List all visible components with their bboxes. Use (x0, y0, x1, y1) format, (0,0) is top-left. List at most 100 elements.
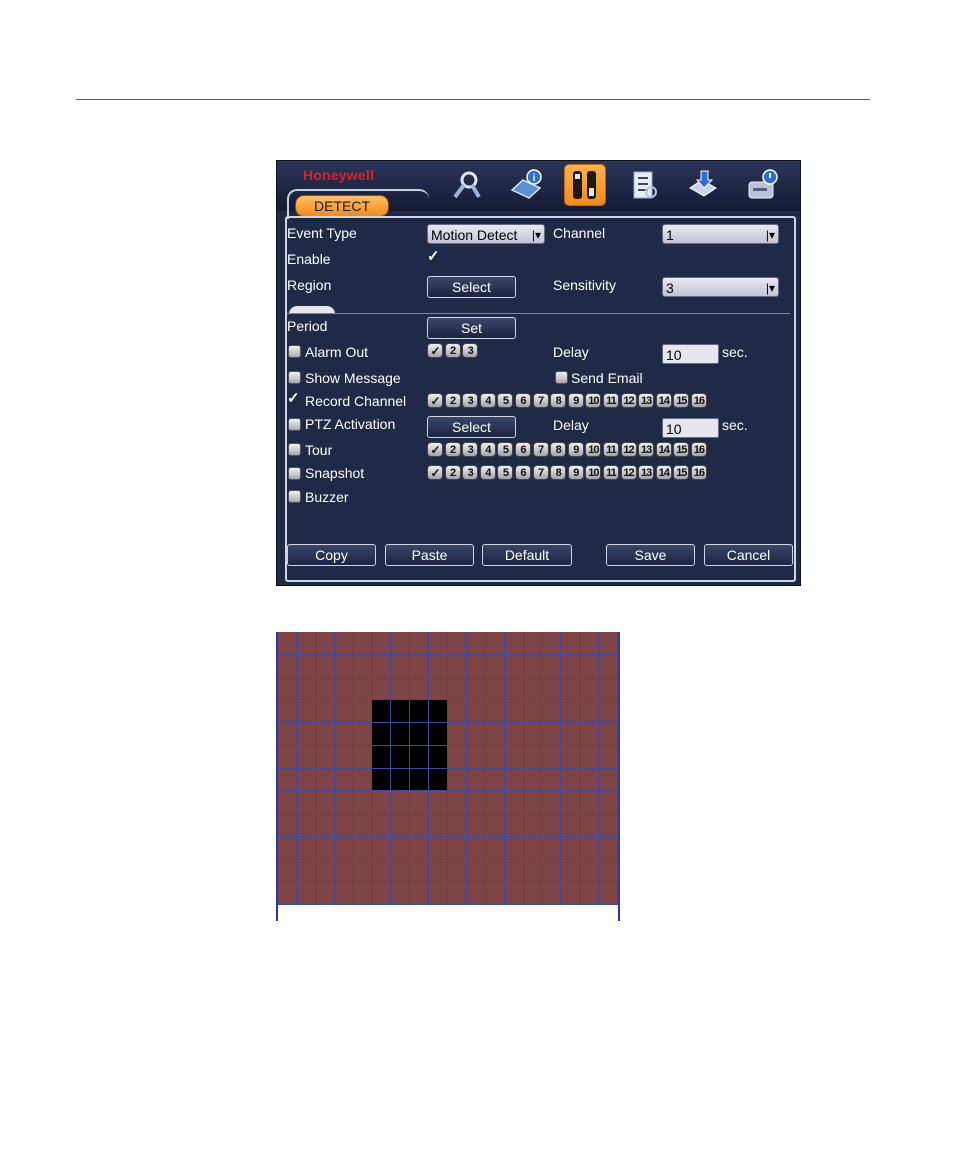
snapshot-ch-11[interactable]: 11 (602, 465, 619, 480)
grid-cell[interactable] (448, 677, 467, 701)
grid-cell[interactable] (296, 836, 316, 860)
grid-cell[interactable] (448, 791, 467, 814)
grid-cell[interactable] (372, 677, 392, 701)
grid-cell[interactable] (315, 654, 335, 678)
grid-cell[interactable] (334, 836, 354, 860)
snapshot-ch-15[interactable]: 15 (673, 465, 690, 480)
grid-cell[interactable] (410, 768, 430, 792)
grid-cell[interactable] (504, 723, 524, 746)
tour-ch-13[interactable]: 13 (638, 442, 655, 457)
grid-cell[interactable] (504, 654, 524, 678)
record-ch-10[interactable]: 10 (585, 393, 602, 408)
grid-cell[interactable] (353, 836, 373, 860)
grid-cell[interactable] (523, 859, 543, 883)
grid-cell[interactable] (278, 700, 297, 723)
grid-cell[interactable] (466, 859, 486, 883)
grid-cell[interactable] (391, 859, 411, 883)
region-select-button[interactable]: Select (427, 276, 516, 298)
grid-cell[interactable] (542, 814, 562, 837)
grid-cell[interactable] (353, 859, 373, 883)
grid-cell[interactable] (278, 882, 297, 905)
send-email-checkbox[interactable] (555, 371, 568, 384)
snapshot-ch-10[interactable]: 10 (585, 465, 602, 480)
grid-cell[interactable] (504, 791, 524, 814)
ptz-checkbox[interactable] (288, 418, 301, 431)
grid-cell[interactable] (296, 677, 316, 701)
checklist-icon[interactable] (624, 165, 664, 205)
grid-cell[interactable] (466, 700, 486, 723)
record-ch-12[interactable]: 12 (620, 393, 637, 408)
grid-cell[interactable] (296, 859, 316, 883)
grid-cell[interactable] (372, 654, 392, 678)
grid-cell[interactable] (315, 677, 335, 701)
tour-ch-9[interactable]: 9 (567, 442, 584, 457)
grid-cell[interactable] (599, 632, 618, 655)
grid-cell[interactable] (410, 836, 430, 860)
grid-cell[interactable] (448, 859, 467, 883)
grid-cell[interactable] (315, 791, 335, 814)
tour-ch-10[interactable]: 10 (585, 442, 602, 457)
grid-cell[interactable] (353, 882, 373, 905)
grid-cell[interactable] (353, 654, 373, 678)
grid-cell[interactable] (485, 723, 505, 746)
grid-cell[interactable] (296, 814, 316, 837)
alarm-output-2[interactable]: 2 (444, 343, 461, 358)
grid-cell[interactable] (315, 814, 335, 837)
grid-cell[interactable] (391, 814, 411, 837)
grid-cell[interactable] (466, 745, 486, 769)
record-ch-16[interactable]: 16 (690, 393, 707, 408)
grid-cell[interactable] (542, 723, 562, 746)
grid-cell[interactable] (391, 700, 411, 723)
grid-cell[interactable] (504, 836, 524, 860)
tour-ch-6[interactable]: 6 (514, 442, 531, 457)
snapshot-ch-4[interactable]: 4 (479, 465, 496, 480)
tour-ch-16[interactable]: 16 (690, 442, 707, 457)
grid-cell[interactable] (599, 814, 618, 837)
grid-cell[interactable] (580, 723, 600, 746)
event-type-select[interactable]: Motion Detect |▾ (427, 224, 545, 244)
record-ch-2[interactable]: 2 (444, 393, 461, 408)
grid-cell[interactable] (542, 859, 562, 883)
record-ch-9[interactable]: 9 (567, 393, 584, 408)
grid-cell[interactable] (353, 745, 373, 769)
grid-cell[interactable] (353, 814, 373, 837)
grid-cell[interactable] (561, 836, 581, 860)
tour-ch-14[interactable]: 14 (655, 442, 672, 457)
grid-cell[interactable] (504, 768, 524, 792)
alarm-output-1[interactable]: ✓ (427, 343, 443, 358)
grid-cell[interactable] (504, 814, 524, 837)
tour-ch-12[interactable]: 12 (620, 442, 637, 457)
grid-cell[interactable] (353, 632, 373, 655)
buzzer-checkbox[interactable] (288, 490, 301, 503)
record-ch-11[interactable]: 11 (602, 393, 619, 408)
record-ch-13[interactable]: 13 (638, 393, 655, 408)
grid-cell[interactable] (410, 654, 430, 678)
grid-cell[interactable] (580, 791, 600, 814)
grid-cell[interactable] (523, 768, 543, 792)
cancel-button[interactable]: Cancel (704, 544, 793, 566)
tour-ch-15[interactable]: 15 (673, 442, 690, 457)
grid-cell[interactable] (278, 723, 297, 746)
grid-cell[interactable] (542, 745, 562, 769)
grid-cell[interactable] (561, 768, 581, 792)
grid-cell[interactable] (466, 882, 486, 905)
grid-cell[interactable] (353, 677, 373, 701)
enable-checkbox[interactable]: ✓ (427, 247, 440, 265)
grid-cell[interactable] (561, 791, 581, 814)
snapshot-ch-8[interactable]: 8 (550, 465, 567, 480)
grid-cell[interactable] (296, 745, 316, 769)
disk-icon[interactable] (742, 165, 782, 205)
info-icon[interactable]: i (506, 165, 546, 205)
grid-cell[interactable] (429, 791, 448, 814)
grid-cell[interactable] (372, 814, 392, 837)
tour-checkbox[interactable] (288, 443, 301, 456)
grid-cell[interactable] (278, 768, 297, 792)
grid-cell[interactable] (448, 632, 467, 655)
channel-select[interactable]: 1 |▾ (662, 224, 779, 244)
grid-cell[interactable] (504, 882, 524, 905)
grid-cell[interactable] (542, 836, 562, 860)
grid-cell[interactable] (296, 632, 316, 655)
grid-cell[interactable] (410, 814, 430, 837)
grid-cell[interactable] (334, 632, 354, 655)
grid-cell[interactable] (523, 745, 543, 769)
